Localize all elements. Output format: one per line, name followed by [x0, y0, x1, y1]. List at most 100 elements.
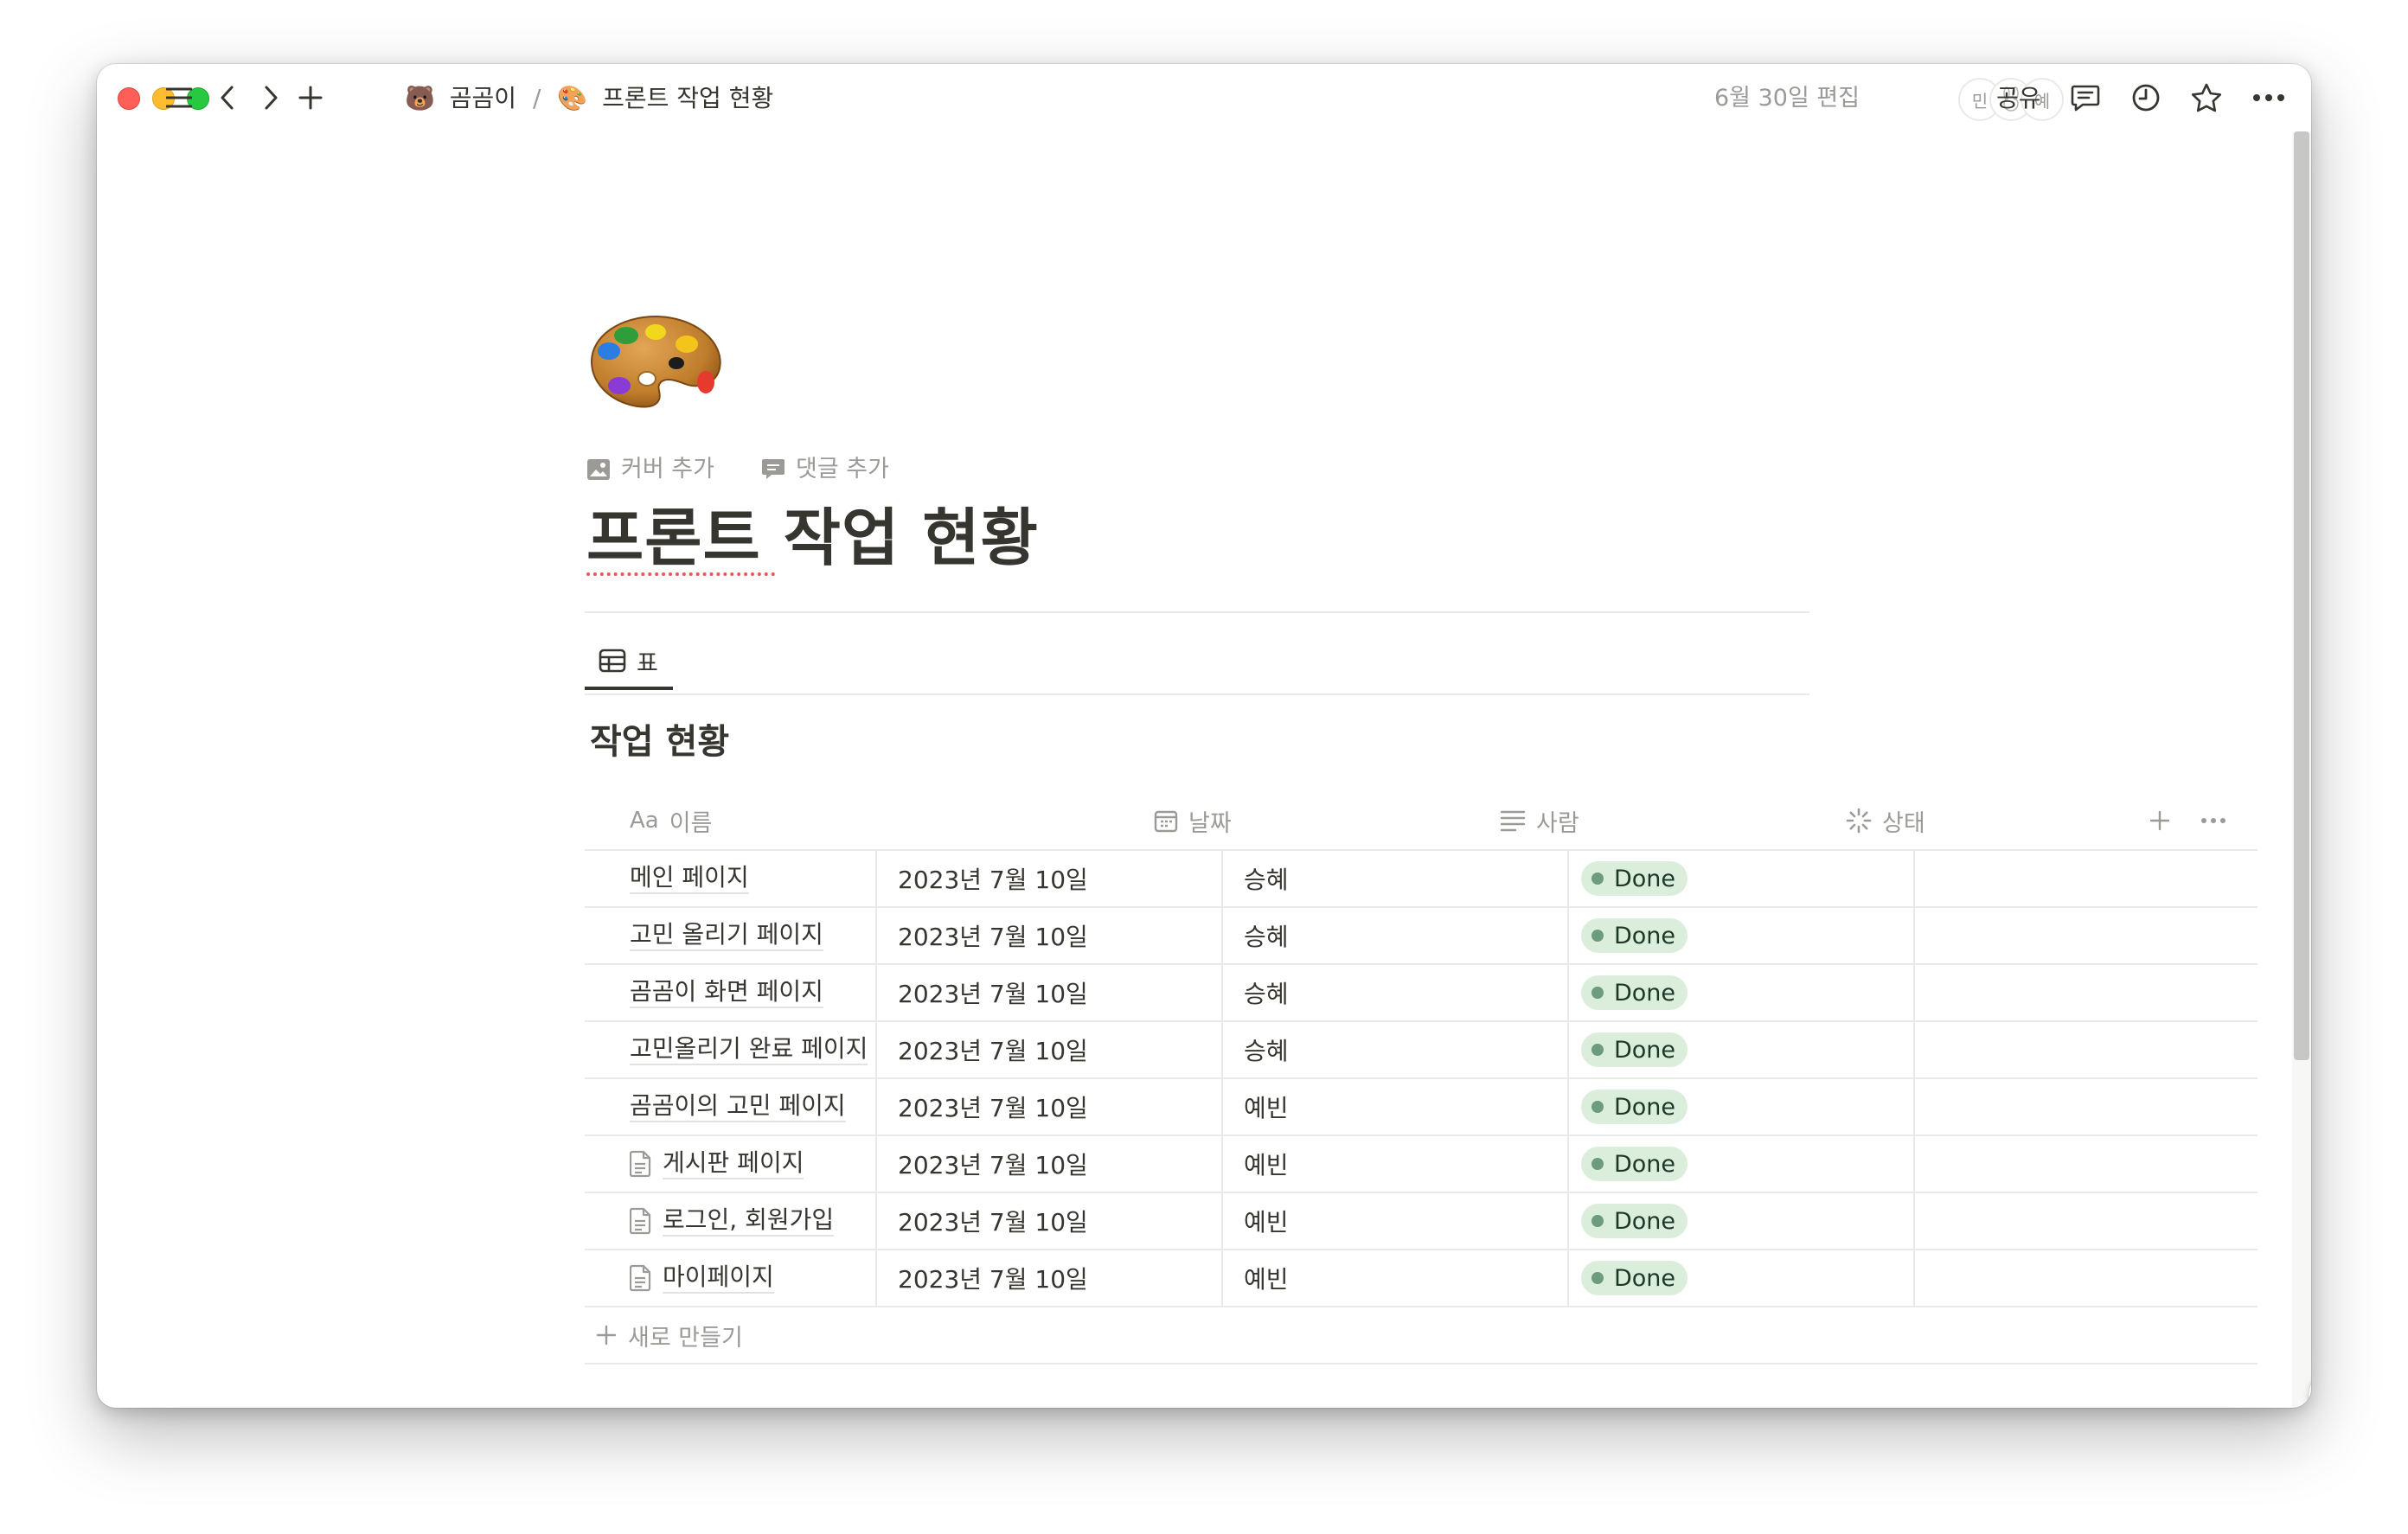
status-cell[interactable]: Done	[1581, 908, 1688, 963]
status-badge[interactable]: Done	[1581, 1147, 1688, 1181]
table-row[interactable]: 고민올리기 완료 페이지 2023년 7월 10일 승혜 Done	[585, 1022, 2258, 1079]
favorite-star-icon[interactable]	[2188, 80, 2225, 116]
tab-table-view[interactable]: 표	[585, 636, 673, 690]
table-row[interactable]: 마이페이지 2023년 7월 10일 예빈 Done	[585, 1250, 2258, 1307]
row-name[interactable]: 게시판 페이지	[663, 1148, 804, 1179]
sidebar-menu-icon[interactable]	[161, 80, 197, 116]
person-cell[interactable]: 예빈	[1244, 1193, 1289, 1249]
status-dot	[1591, 872, 1604, 885]
status-badge[interactable]: Done	[1581, 1090, 1688, 1124]
table-row[interactable]: 곰곰이의 고민 페이지 2023년 7월 10일 예빈 Done	[585, 1079, 2258, 1136]
add-cover-button[interactable]: 커버 추가	[586, 452, 714, 487]
date-cell[interactable]: 2023년 7월 10일	[898, 1079, 1088, 1135]
row-name[interactable]: 로그인, 회원가입	[663, 1205, 835, 1237]
status-badge[interactable]: Done	[1581, 975, 1688, 1010]
row-person: 승혜	[1244, 923, 1289, 951]
row-name[interactable]: 마이페이지	[663, 1262, 774, 1294]
scrollbar-thumb[interactable]	[2294, 131, 2309, 1060]
add-property-button[interactable]	[2149, 792, 2171, 849]
row-date: 2023년 7월 10일	[898, 980, 1088, 1008]
row-name[interactable]: 메인 페이지	[630, 863, 749, 894]
name-cell[interactable]: 로그인, 회원가입	[630, 1193, 835, 1249]
forward-arrow-icon[interactable]	[253, 80, 289, 116]
name-cell[interactable]: 고민 올리기 페이지	[630, 908, 823, 963]
status-badge[interactable]: Done	[1581, 1032, 1688, 1067]
status-badge[interactable]: Done	[1581, 861, 1688, 896]
palette-icon: 🎨	[557, 84, 588, 112]
person-cell[interactable]: 예빈	[1244, 1079, 1289, 1135]
comments-icon[interactable]	[2067, 80, 2104, 116]
share-button[interactable]: 공유	[1996, 81, 2041, 116]
table-row[interactable]: 로그인, 회원가입 2023년 7월 10일 예빈 Done	[585, 1193, 2258, 1250]
palette-icon[interactable]	[586, 311, 725, 424]
workspace-breadcrumb[interactable]: 🐻 곰곰이	[405, 84, 524, 112]
column-header-name[interactable]: Aa 이름	[630, 792, 712, 849]
name-cell[interactable]: 게시판 페이지	[630, 1136, 804, 1192]
page-title[interactable]: 프론트 작업 현황	[586, 496, 1039, 579]
status-cell[interactable]: Done	[1581, 1022, 1688, 1077]
column-divider	[875, 1250, 877, 1306]
name-cell[interactable]: 고민올리기 완료 페이지	[630, 1022, 868, 1077]
close-window-button[interactable]	[118, 87, 140, 110]
table-row[interactable]: 고민 올리기 페이지 2023년 7월 10일 승혜 Done	[585, 908, 2258, 965]
column-divider	[875, 1079, 877, 1135]
person-cell[interactable]: 승혜	[1244, 851, 1289, 906]
table-row[interactable]: 곰곰이 화면 페이지 2023년 7월 10일 승혜 Done	[585, 965, 2258, 1022]
column-divider	[1913, 1022, 1915, 1077]
status-cell[interactable]: Done	[1581, 1193, 1688, 1249]
person-cell[interactable]: 승혜	[1244, 908, 1289, 963]
name-cell[interactable]: 곰곰이의 고민 페이지	[630, 1079, 846, 1135]
status-badge[interactable]: Done	[1581, 1204, 1688, 1238]
status-badge[interactable]: Done	[1581, 918, 1688, 953]
table-row[interactable]: 게시판 페이지 2023년 7월 10일 예빈 Done	[585, 1136, 2258, 1193]
spellcheck-underline	[586, 572, 775, 576]
date-cell[interactable]: 2023년 7월 10일	[898, 1250, 1088, 1306]
row-date: 2023년 7월 10일	[898, 1151, 1088, 1179]
column-divider	[1221, 1136, 1223, 1192]
column-header-status[interactable]: 상태	[1846, 792, 1925, 849]
table-options-button[interactable]	[2200, 792, 2226, 849]
date-cell[interactable]: 2023년 7월 10일	[898, 1022, 1088, 1077]
more-dots-icon[interactable]	[2251, 80, 2287, 116]
status-cell[interactable]: Done	[1581, 965, 1688, 1020]
name-cell[interactable]: 마이페이지	[630, 1250, 774, 1306]
database-table: Aa 이름 날짜 사람 상태 메인 페이지 2023년 7월 10일 승혜 Do…	[585, 792, 2258, 1365]
page-breadcrumb[interactable]: 🎨 프론트 작업 현황	[557, 84, 773, 112]
back-arrow-icon[interactable]	[209, 80, 246, 116]
updates-clock-icon[interactable]	[2128, 80, 2164, 116]
column-header-date[interactable]: 날짜	[1154, 792, 1232, 849]
column-divider	[1567, 908, 1569, 963]
row-name[interactable]: 고민올리기 완료 페이지	[630, 1034, 868, 1065]
date-cell[interactable]: 2023년 7월 10일	[898, 1193, 1088, 1249]
person-cell[interactable]: 승혜	[1244, 1022, 1289, 1077]
text-type-icon: Aa	[630, 808, 659, 834]
person-cell[interactable]: 예빈	[1244, 1250, 1289, 1306]
name-cell[interactable]: 메인 페이지	[630, 851, 749, 906]
row-name[interactable]: 곰곰이 화면 페이지	[630, 977, 823, 1008]
database-title[interactable]: 작업 현황	[590, 718, 729, 766]
column-header-person[interactable]: 사람	[1500, 792, 1579, 849]
status-cell[interactable]: Done	[1581, 1250, 1688, 1306]
status-cell[interactable]: Done	[1581, 851, 1688, 906]
more-dots-icon	[2201, 818, 2225, 823]
table-row[interactable]: 메인 페이지 2023년 7월 10일 승혜 Done	[585, 851, 2258, 908]
date-cell[interactable]: 2023년 7월 10일	[898, 1136, 1088, 1192]
column-divider	[1567, 1193, 1569, 1249]
row-name[interactable]: 곰곰이의 고민 페이지	[630, 1091, 846, 1122]
table-icon	[599, 649, 626, 673]
new-page-plus-icon[interactable]	[292, 80, 329, 116]
person-cell[interactable]: 예빈	[1244, 1136, 1289, 1192]
date-cell[interactable]: 2023년 7월 10일	[898, 851, 1088, 906]
status-badge[interactable]: Done	[1581, 1261, 1688, 1295]
status-cell[interactable]: Done	[1581, 1136, 1688, 1192]
column-divider	[1567, 1250, 1569, 1306]
add-comment-button[interactable]: 댓글 추가	[761, 452, 889, 487]
status-cell[interactable]: Done	[1581, 1079, 1688, 1135]
row-name[interactable]: 고민 올리기 페이지	[630, 920, 823, 951]
date-cell[interactable]: 2023년 7월 10일	[898, 908, 1088, 963]
new-row-button[interactable]: 새로 만들기	[585, 1307, 2258, 1365]
name-cell[interactable]: 곰곰이 화면 페이지	[630, 965, 823, 1020]
date-cell[interactable]: 2023년 7월 10일	[898, 965, 1088, 1020]
person-cell[interactable]: 승혜	[1244, 965, 1289, 1020]
status-dot	[1591, 987, 1604, 999]
